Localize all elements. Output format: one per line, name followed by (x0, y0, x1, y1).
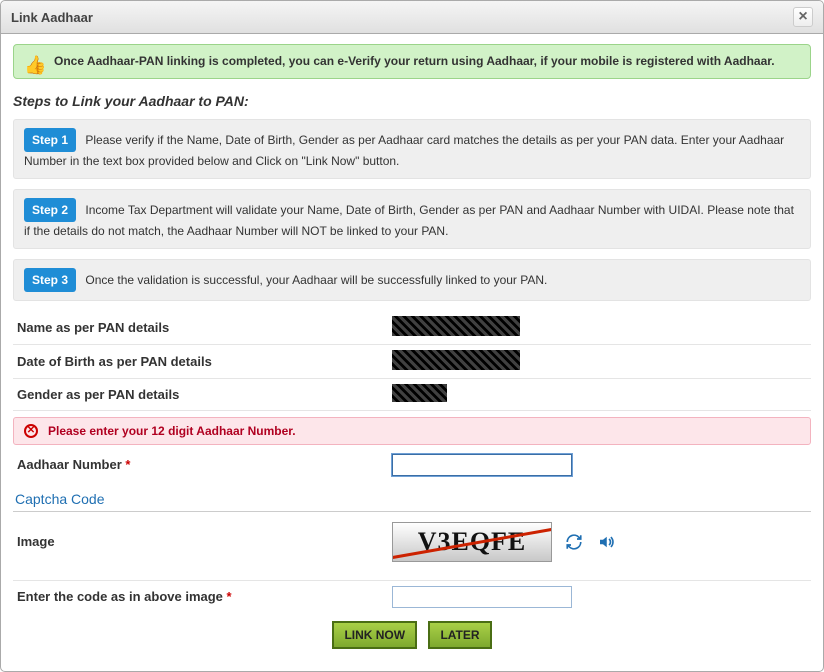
gender-label: Gender as per PAN details (17, 387, 392, 402)
captcha-image: V3EQFE (392, 522, 552, 562)
name-row: Name as per PAN details (13, 311, 811, 345)
audio-captcha-icon[interactable] (596, 532, 616, 552)
captcha-image-label: Image (17, 534, 392, 549)
dob-value-redacted (392, 350, 520, 370)
error-banner: ✕ Please enter your 12 digit Aadhaar Num… (13, 417, 811, 445)
thumbs-up-icon: 👍 (24, 53, 46, 78)
dialog-content: 👍 Once Aadhaar-PAN linking is completed,… (1, 34, 823, 671)
gender-value-redacted (392, 384, 447, 402)
captcha-code-input[interactable] (392, 586, 572, 608)
required-marker: * (227, 589, 232, 604)
required-marker: * (125, 457, 130, 472)
captcha-image-row: Image V3EQFE (13, 512, 811, 581)
refresh-captcha-icon[interactable] (564, 532, 584, 552)
link-aadhaar-dialog: Link Aadhaar × 👍 Once Aadhaar-PAN linkin… (0, 0, 824, 672)
gender-row: Gender as per PAN details (13, 379, 811, 411)
step-pill: Step 1 (24, 128, 76, 152)
close-icon[interactable]: × (793, 7, 813, 27)
dialog-titlebar: Link Aadhaar × (1, 1, 823, 34)
captcha-legend: Captcha Code (13, 487, 811, 512)
aadhaar-row: Aadhaar Number * (13, 449, 811, 481)
dialog-title: Link Aadhaar (11, 10, 93, 25)
step-text: Income Tax Department will validate your… (24, 203, 794, 238)
step-pill: Step 2 (24, 198, 76, 222)
step-1-box: Step 1 Please verify if the Name, Date o… (13, 119, 811, 179)
dob-label: Date of Birth as per PAN details (17, 354, 392, 369)
dob-row: Date of Birth as per PAN details (13, 345, 811, 379)
aadhaar-label: Aadhaar Number * (17, 457, 392, 472)
step-3-box: Step 3 Once the validation is successful… (13, 259, 811, 301)
buttons-bar: LINK NOW LATER (13, 613, 811, 661)
step-text: Please verify if the Name, Date of Birth… (24, 133, 784, 168)
step-2-box: Step 2 Income Tax Department will valida… (13, 189, 811, 249)
error-text: Please enter your 12 digit Aadhaar Numbe… (48, 424, 296, 438)
info-banner-text: Once Aadhaar-PAN linking is completed, y… (54, 54, 775, 68)
captcha-code-label: Enter the code as in above image * (17, 589, 392, 604)
name-value-redacted (392, 316, 520, 336)
captcha-code-row: Enter the code as in above image * (13, 581, 811, 613)
steps-heading: Steps to Link your Aadhaar to PAN: (13, 93, 811, 109)
info-banner: 👍 Once Aadhaar-PAN linking is completed,… (13, 44, 811, 79)
step-pill: Step 3 (24, 268, 76, 292)
aadhaar-input[interactable] (392, 454, 572, 476)
error-icon: ✕ (24, 424, 38, 438)
name-label: Name as per PAN details (17, 320, 392, 335)
step-text: Once the validation is successful, your … (85, 273, 547, 287)
